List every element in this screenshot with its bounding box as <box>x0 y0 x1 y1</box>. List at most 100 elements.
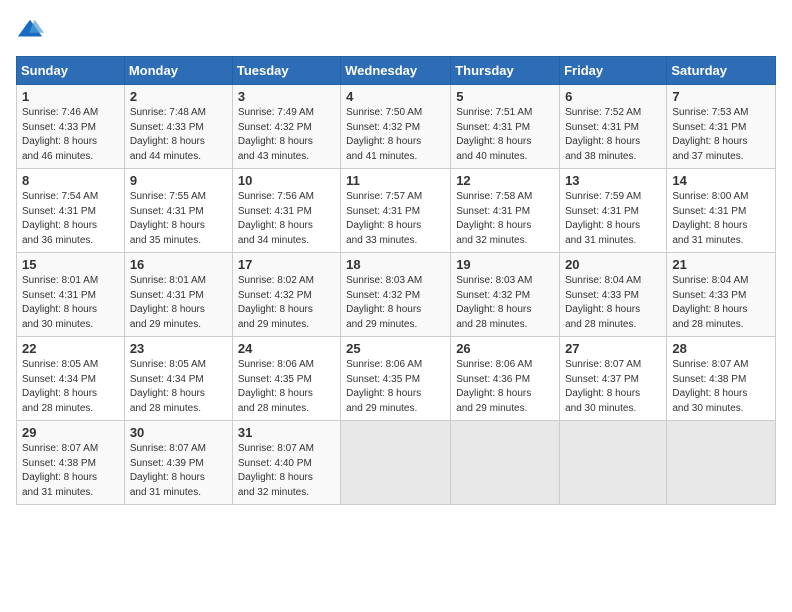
logo-icon <box>16 16 44 44</box>
calendar-cell: 10 Sunrise: 7:56 AMSunset: 4:31 PMDaylig… <box>232 169 340 253</box>
day-number: 23 <box>130 341 227 356</box>
calendar-cell: 17 Sunrise: 8:02 AMSunset: 4:32 PMDaylig… <box>232 253 340 337</box>
day-detail: Sunrise: 8:04 AMSunset: 4:33 PMDaylight:… <box>565 275 641 330</box>
day-detail: Sunrise: 7:46 AMSunset: 4:33 PMDaylight:… <box>22 107 98 162</box>
day-detail: Sunrise: 7:59 AMSunset: 4:31 PMDaylight:… <box>565 191 641 246</box>
day-detail: Sunrise: 8:06 AMSunset: 4:35 PMDaylight:… <box>238 359 314 414</box>
day-detail: Sunrise: 7:57 AMSunset: 4:31 PMDaylight:… <box>346 191 422 246</box>
day-detail: Sunrise: 8:07 AMSunset: 4:38 PMDaylight:… <box>672 359 748 414</box>
day-detail: Sunrise: 8:00 AMSunset: 4:31 PMDaylight:… <box>672 191 748 246</box>
day-detail: Sunrise: 7:55 AMSunset: 4:31 PMDaylight:… <box>130 191 206 246</box>
calendar-cell: 18 Sunrise: 8:03 AMSunset: 4:32 PMDaylig… <box>341 253 451 337</box>
calendar-cell: 5 Sunrise: 7:51 AMSunset: 4:31 PMDayligh… <box>451 85 560 169</box>
day-detail: Sunrise: 8:03 AMSunset: 4:32 PMDaylight:… <box>456 275 532 330</box>
calendar-cell: 25 Sunrise: 8:06 AMSunset: 4:35 PMDaylig… <box>341 337 451 421</box>
calendar-cell <box>341 421 451 505</box>
calendar-cell: 21 Sunrise: 8:04 AMSunset: 4:33 PMDaylig… <box>667 253 776 337</box>
day-number: 25 <box>346 341 445 356</box>
calendar-cell: 23 Sunrise: 8:05 AMSunset: 4:34 PMDaylig… <box>124 337 232 421</box>
calendar-cell: 2 Sunrise: 7:48 AMSunset: 4:33 PMDayligh… <box>124 85 232 169</box>
day-detail: Sunrise: 7:58 AMSunset: 4:31 PMDaylight:… <box>456 191 532 246</box>
calendar-cell: 3 Sunrise: 7:49 AMSunset: 4:32 PMDayligh… <box>232 85 340 169</box>
day-number: 6 <box>565 89 661 104</box>
day-number: 8 <box>22 173 119 188</box>
day-detail: Sunrise: 8:05 AMSunset: 4:34 PMDaylight:… <box>130 359 206 414</box>
weekday-header-monday: Monday <box>124 57 232 85</box>
calendar-cell: 26 Sunrise: 8:06 AMSunset: 4:36 PMDaylig… <box>451 337 560 421</box>
day-number: 27 <box>565 341 661 356</box>
calendar-cell: 16 Sunrise: 8:01 AMSunset: 4:31 PMDaylig… <box>124 253 232 337</box>
day-number: 26 <box>456 341 554 356</box>
weekday-header-friday: Friday <box>560 57 667 85</box>
day-number: 2 <box>130 89 227 104</box>
day-detail: Sunrise: 7:49 AMSunset: 4:32 PMDaylight:… <box>238 107 314 162</box>
weekday-header-saturday: Saturday <box>667 57 776 85</box>
calendar-cell: 29 Sunrise: 8:07 AMSunset: 4:38 PMDaylig… <box>17 421 125 505</box>
day-number: 9 <box>130 173 227 188</box>
day-number: 16 <box>130 257 227 272</box>
calendar-cell <box>451 421 560 505</box>
calendar-cell: 30 Sunrise: 8:07 AMSunset: 4:39 PMDaylig… <box>124 421 232 505</box>
calendar-cell: 9 Sunrise: 7:55 AMSunset: 4:31 PMDayligh… <box>124 169 232 253</box>
day-detail: Sunrise: 7:48 AMSunset: 4:33 PMDaylight:… <box>130 107 206 162</box>
calendar-cell: 19 Sunrise: 8:03 AMSunset: 4:32 PMDaylig… <box>451 253 560 337</box>
weekday-header-sunday: Sunday <box>17 57 125 85</box>
calendar-cell: 1 Sunrise: 7:46 AMSunset: 4:33 PMDayligh… <box>17 85 125 169</box>
calendar-cell: 31 Sunrise: 8:07 AMSunset: 4:40 PMDaylig… <box>232 421 340 505</box>
logo <box>16 16 48 44</box>
day-detail: Sunrise: 8:07 AMSunset: 4:37 PMDaylight:… <box>565 359 641 414</box>
day-number: 13 <box>565 173 661 188</box>
day-detail: Sunrise: 8:07 AMSunset: 4:39 PMDaylight:… <box>130 443 206 498</box>
day-detail: Sunrise: 8:07 AMSunset: 4:40 PMDaylight:… <box>238 443 314 498</box>
day-detail: Sunrise: 8:03 AMSunset: 4:32 PMDaylight:… <box>346 275 422 330</box>
calendar-cell: 6 Sunrise: 7:52 AMSunset: 4:31 PMDayligh… <box>560 85 667 169</box>
day-number: 29 <box>22 425 119 440</box>
day-number: 30 <box>130 425 227 440</box>
day-number: 18 <box>346 257 445 272</box>
day-number: 22 <box>22 341 119 356</box>
calendar-table: SundayMondayTuesdayWednesdayThursdayFrid… <box>16 56 776 505</box>
calendar-cell: 4 Sunrise: 7:50 AMSunset: 4:32 PMDayligh… <box>341 85 451 169</box>
day-detail: Sunrise: 8:01 AMSunset: 4:31 PMDaylight:… <box>130 275 206 330</box>
day-number: 21 <box>672 257 770 272</box>
day-number: 7 <box>672 89 770 104</box>
day-detail: Sunrise: 7:56 AMSunset: 4:31 PMDaylight:… <box>238 191 314 246</box>
calendar-cell: 15 Sunrise: 8:01 AMSunset: 4:31 PMDaylig… <box>17 253 125 337</box>
day-detail: Sunrise: 8:05 AMSunset: 4:34 PMDaylight:… <box>22 359 98 414</box>
day-number: 31 <box>238 425 335 440</box>
day-number: 15 <box>22 257 119 272</box>
calendar-cell: 13 Sunrise: 7:59 AMSunset: 4:31 PMDaylig… <box>560 169 667 253</box>
weekday-header-tuesday: Tuesday <box>232 57 340 85</box>
day-detail: Sunrise: 8:01 AMSunset: 4:31 PMDaylight:… <box>22 275 98 330</box>
calendar-cell: 12 Sunrise: 7:58 AMSunset: 4:31 PMDaylig… <box>451 169 560 253</box>
calendar-cell: 22 Sunrise: 8:05 AMSunset: 4:34 PMDaylig… <box>17 337 125 421</box>
calendar-cell: 11 Sunrise: 7:57 AMSunset: 4:31 PMDaylig… <box>341 169 451 253</box>
day-number: 28 <box>672 341 770 356</box>
day-number: 19 <box>456 257 554 272</box>
day-detail: Sunrise: 8:07 AMSunset: 4:38 PMDaylight:… <box>22 443 98 498</box>
day-number: 10 <box>238 173 335 188</box>
calendar-cell <box>667 421 776 505</box>
day-detail: Sunrise: 7:53 AMSunset: 4:31 PMDaylight:… <box>672 107 748 162</box>
day-detail: Sunrise: 8:06 AMSunset: 4:36 PMDaylight:… <box>456 359 532 414</box>
calendar-header-row: SundayMondayTuesdayWednesdayThursdayFrid… <box>17 57 776 85</box>
calendar-cell: 28 Sunrise: 8:07 AMSunset: 4:38 PMDaylig… <box>667 337 776 421</box>
day-detail: Sunrise: 7:54 AMSunset: 4:31 PMDaylight:… <box>22 191 98 246</box>
day-number: 11 <box>346 173 445 188</box>
calendar-week-3: 15 Sunrise: 8:01 AMSunset: 4:31 PMDaylig… <box>17 253 776 337</box>
day-detail: Sunrise: 7:50 AMSunset: 4:32 PMDaylight:… <box>346 107 422 162</box>
calendar-cell <box>560 421 667 505</box>
day-number: 14 <box>672 173 770 188</box>
day-number: 1 <box>22 89 119 104</box>
day-number: 3 <box>238 89 335 104</box>
calendar-cell: 27 Sunrise: 8:07 AMSunset: 4:37 PMDaylig… <box>560 337 667 421</box>
calendar-week-5: 29 Sunrise: 8:07 AMSunset: 4:38 PMDaylig… <box>17 421 776 505</box>
day-number: 17 <box>238 257 335 272</box>
calendar-cell: 7 Sunrise: 7:53 AMSunset: 4:31 PMDayligh… <box>667 85 776 169</box>
calendar-week-4: 22 Sunrise: 8:05 AMSunset: 4:34 PMDaylig… <box>17 337 776 421</box>
calendar-cell: 24 Sunrise: 8:06 AMSunset: 4:35 PMDaylig… <box>232 337 340 421</box>
weekday-header-wednesday: Wednesday <box>341 57 451 85</box>
day-detail: Sunrise: 8:02 AMSunset: 4:32 PMDaylight:… <box>238 275 314 330</box>
weekday-header-thursday: Thursday <box>451 57 560 85</box>
day-detail: Sunrise: 7:51 AMSunset: 4:31 PMDaylight:… <box>456 107 532 162</box>
